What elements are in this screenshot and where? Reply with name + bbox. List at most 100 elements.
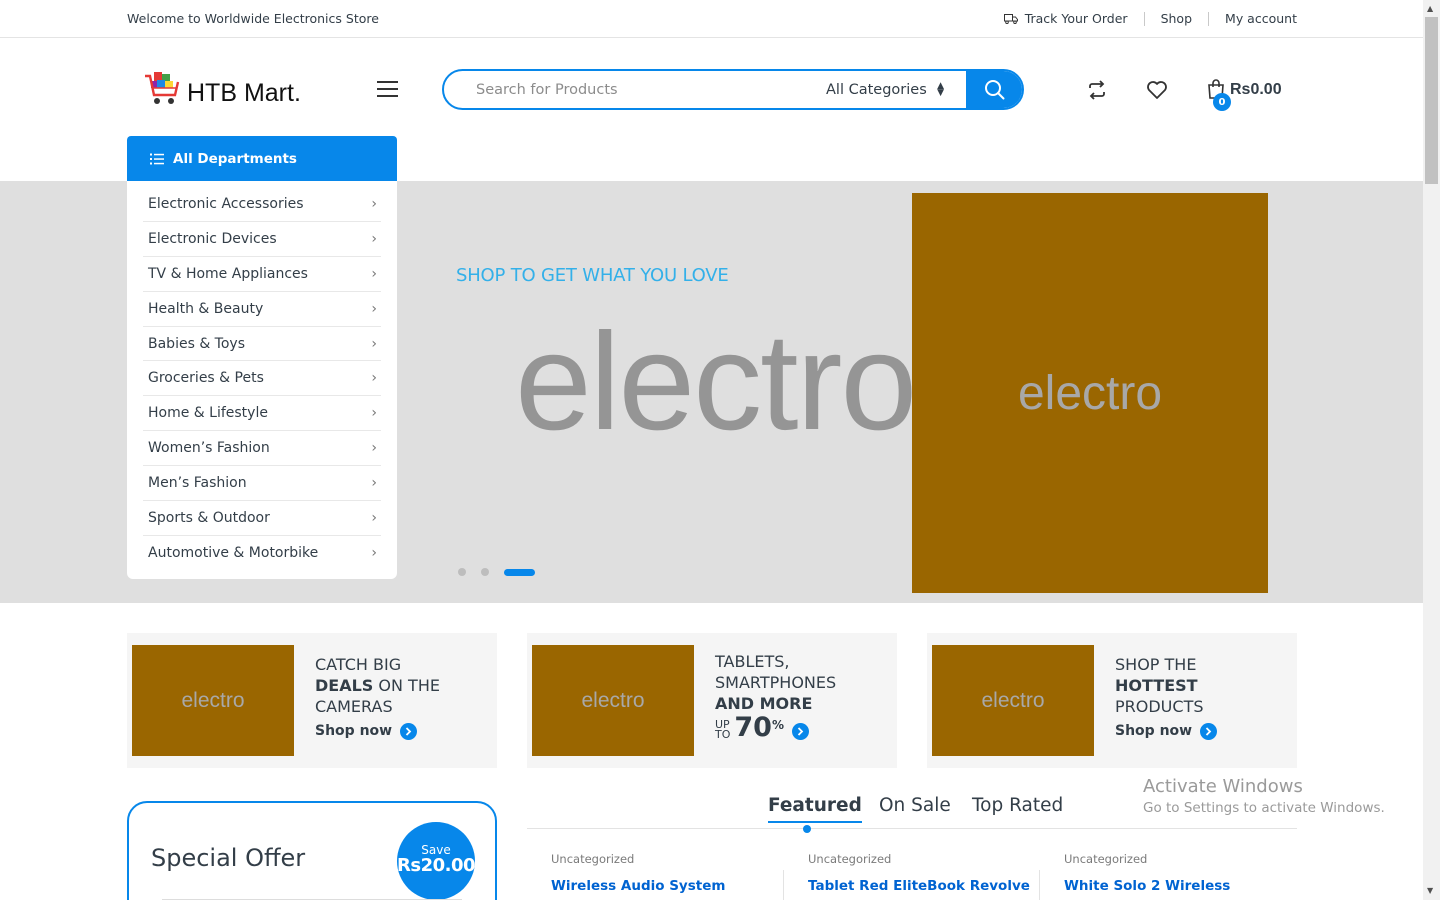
tab-on-sale[interactable]: On Sale (879, 795, 951, 816)
scroll-down-icon[interactable]: ▼ (1427, 886, 1433, 895)
department-label: TV & Home Appliances (148, 265, 308, 282)
product-category[interactable]: Uncategorized (551, 852, 634, 866)
promo-line: PRODUCTS (1115, 697, 1204, 716)
department-item[interactable]: Home & Lifestyle › (143, 396, 381, 432)
chevron-right-icon: › (371, 405, 377, 422)
chevron-right-icon: › (371, 545, 377, 562)
scroll-up-icon[interactable]: ▲ (1427, 4, 1433, 13)
search-icon (984, 80, 1004, 100)
shop-now-link[interactable]: Shop now (315, 721, 440, 742)
search-button[interactable] (966, 71, 1022, 108)
department-item[interactable]: Automotive & Motorbike › (143, 536, 381, 571)
promo-image: electro (532, 645, 694, 756)
product-category[interactable]: Uncategorized (1064, 852, 1147, 866)
menu-line (377, 81, 398, 83)
mini-cart[interactable]: 0 Rs0.00 (1206, 78, 1282, 111)
logo-text: HTB Mart. (187, 78, 301, 107)
top-bar: Welcome to Worldwide Electronics Store T… (0, 0, 1423, 38)
search-input[interactable] (444, 71, 804, 108)
discount-value: 70 (734, 712, 772, 743)
category-select-value: All Categories (826, 81, 927, 98)
department-item[interactable]: Women’s Fashion › (143, 431, 381, 467)
promo-line: CATCH BIG (315, 655, 402, 674)
department-label: Women’s Fashion (148, 440, 270, 457)
department-item[interactable]: Babies & Toys › (143, 327, 381, 362)
promo-banner-hottest[interactable]: electro SHOP THE HOTTEST PRODUCTS Shop n… (927, 633, 1297, 768)
chevron-right-icon: › (371, 509, 377, 526)
promo-text: TABLETS, SMARTPHONES AND MORE UP TO 70% (715, 651, 836, 742)
slider-dot-1[interactable] (458, 568, 466, 576)
chevron-right-icon: › (371, 475, 377, 492)
compare-icon[interactable] (1086, 79, 1108, 101)
department-label: Electronic Devices (148, 230, 277, 247)
site-logo[interactable]: HTB Mart. (143, 69, 301, 109)
discount-text: UP TO 70% (715, 714, 836, 742)
track-order-label: Track Your Order (1024, 11, 1128, 26)
special-offer-title: Special Offer (151, 844, 306, 872)
menu-toggle-button[interactable] (377, 81, 398, 99)
product-name[interactable]: Wireless Audio System (551, 878, 725, 894)
department-item[interactable]: Sports & Outdoor › (143, 501, 381, 536)
special-offer-card: Special Offer Save Rs20.00 (127, 801, 497, 900)
tab-featured[interactable]: Featured (768, 795, 862, 823)
promo-banner-cameras[interactable]: electro CATCH BIG DEALS ON THE CAMERAS S… (127, 633, 497, 768)
slider-dot-3[interactable] (504, 568, 535, 576)
department-item[interactable]: Health & Beauty › (143, 292, 381, 327)
department-item[interactable]: TV & Home Appliances › (143, 257, 381, 292)
promo-banner-tablets[interactable]: electro TABLETS, SMARTPHONES AND MORE UP… (527, 633, 897, 768)
product-name[interactable]: Tablet Red EliteBook Revolve (808, 878, 1030, 894)
watermark-title: Activate Windows (1143, 776, 1303, 797)
all-departments-button[interactable]: All Departments (127, 136, 397, 181)
divider (1039, 870, 1040, 900)
promo-image: electro (132, 645, 294, 756)
shop-link[interactable]: Shop (1161, 11, 1192, 26)
promo-text: CATCH BIG DEALS ON THE CAMERAS Shop now (315, 654, 440, 742)
promo-image-text: electro (581, 688, 645, 712)
wishlist-heart-icon[interactable] (1146, 79, 1168, 101)
cart-count-badge: 0 (1213, 93, 1231, 111)
select-arrows-icon: ▲ ▼ (937, 80, 944, 98)
promo-text: SHOP THE HOTTEST PRODUCTS Shop now (1115, 654, 1218, 742)
category-select[interactable]: All Categories ▲ ▼ (804, 71, 966, 108)
department-label: Health & Beauty (148, 300, 264, 317)
promo-image-text: electro (181, 688, 245, 712)
product-name[interactable]: White Solo 2 Wireless (1064, 878, 1230, 894)
page-scrollbar[interactable]: ▲ ▼ (1423, 0, 1440, 900)
shop-now-link[interactable]: Shop now (1115, 721, 1218, 742)
save-badge: Save Rs20.00 (397, 822, 476, 900)
arrow-right-circle-icon[interactable] (792, 723, 809, 740)
slider-dot-2[interactable] (481, 568, 489, 576)
tab-top-rated[interactable]: Top Rated (972, 795, 1063, 816)
chevron-right-icon: › (371, 300, 377, 317)
promo-line: DEALS ON THE (315, 675, 440, 696)
scrollbar-thumb[interactable] (1425, 17, 1438, 184)
promo-image-text: electro (981, 688, 1045, 712)
track-order-link[interactable]: Track Your Order (1003, 11, 1128, 26)
department-label: Sports & Outdoor (148, 509, 270, 526)
department-label: Automotive & Motorbike (148, 545, 319, 562)
my-account-link[interactable]: My account (1225, 11, 1297, 26)
product-card[interactable]: Uncategorized Wireless Audio System (527, 840, 767, 900)
percent-sign: % (771, 718, 784, 732)
product-card[interactable]: Uncategorized Tablet Red EliteBook Revol… (783, 840, 1030, 900)
chevron-right-icon: › (371, 195, 377, 212)
department-item[interactable]: Electronic Devices › (143, 222, 381, 257)
department-label: Home & Lifestyle (148, 405, 268, 422)
department-item[interactable]: Men’s Fashion › (143, 466, 381, 502)
departments-menu: Electronic Accessories › Electronic Devic… (127, 181, 397, 579)
watermark-subtitle: Go to Settings to activate Windows. (1143, 800, 1385, 816)
department-label: Groceries & Pets (148, 370, 264, 387)
truck-icon (1003, 13, 1018, 24)
promo-line: AND MORE (715, 693, 836, 714)
promo-line-rest: ON THE (373, 676, 440, 695)
hero-image-text: electro (1017, 366, 1163, 420)
hero-title: electro (515, 305, 917, 459)
department-label: Babies & Toys (148, 335, 246, 352)
product-category[interactable]: Uncategorized (808, 852, 891, 866)
divider (1208, 11, 1210, 26)
product-card[interactable]: Uncategorized White Solo 2 Wireless (1039, 840, 1280, 900)
hero-tagline: SHOP TO GET WHAT YOU LOVE (456, 265, 729, 286)
department-item[interactable]: Groceries & Pets › (143, 361, 381, 397)
department-label: Men’s Fashion (148, 475, 247, 492)
department-item[interactable]: Electronic Accessories › (143, 187, 381, 222)
